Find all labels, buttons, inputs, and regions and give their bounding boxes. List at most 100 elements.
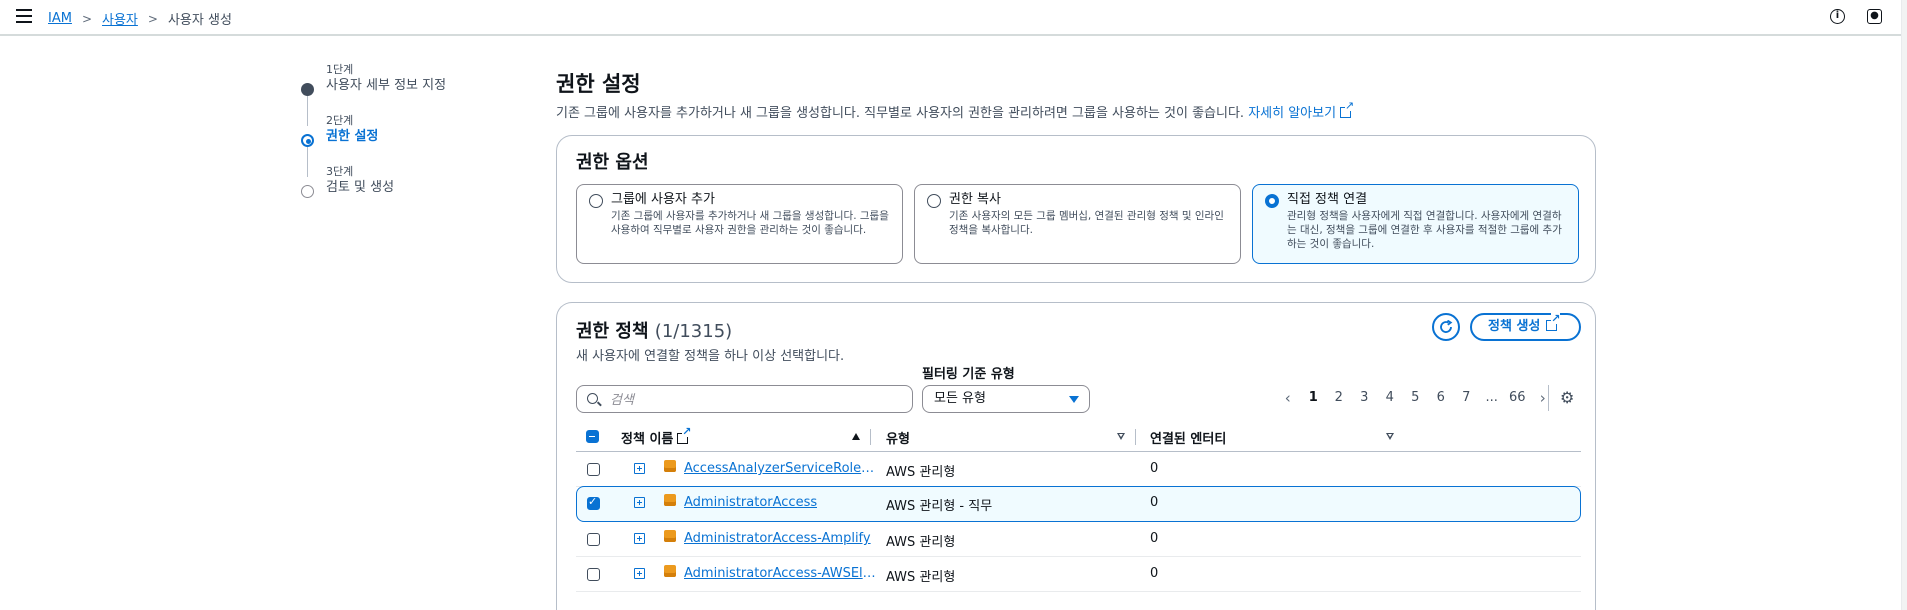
column-divider[interactable] (870, 429, 871, 445)
radio-button[interactable] (927, 194, 941, 208)
page-2[interactable]: 2 (1326, 387, 1352, 409)
pagination: ‹ 1 2 3 4 5 6 7 ... 66 › (1275, 387, 1556, 409)
sort-icon[interactable] (1117, 433, 1126, 441)
column-header-type[interactable]: 유형 (886, 428, 910, 447)
step-complete-icon (301, 83, 314, 96)
expand-icon[interactable] (634, 463, 645, 474)
next-page-icon[interactable]: › (1530, 387, 1556, 409)
page-4[interactable]: 4 (1377, 387, 1403, 409)
sort-ascending-icon[interactable] (852, 433, 860, 440)
policies-description: 새 사용자에 연결할 정책을 하나 이상 선택합니다. (576, 349, 845, 364)
refresh-button[interactable] (1432, 313, 1460, 341)
external-link-icon (1340, 100, 1355, 118)
attached-entities-cell: 0 (1150, 495, 1159, 510)
page-66[interactable]: 66 (1505, 387, 1531, 409)
page-5[interactable]: 5 (1403, 387, 1429, 409)
expand-icon[interactable] (634, 497, 645, 508)
external-link-icon (677, 426, 692, 444)
policy-link[interactable]: AccessAnalyzerServiceRolePolicy (684, 461, 876, 476)
step-label: 권한 설정 (326, 129, 379, 144)
page-title: 권한 설정 (556, 72, 641, 96)
description-text: 기존 그룹에 사용자를 추가하거나 새 그룹을 생성합니다. 직무별로 사용자의… (556, 106, 1245, 121)
divider (1548, 385, 1549, 411)
page-6[interactable]: 6 (1428, 387, 1454, 409)
expand-icon[interactable] (634, 533, 645, 544)
page-description: 기존 그룹에 사용자를 추가하거나 새 그룹을 생성합니다. 직무별로 사용자의… (556, 100, 1596, 121)
column-name-label: 정책 이름 (621, 432, 674, 447)
expand-icon[interactable] (634, 568, 645, 579)
learn-more-label: 자세히 알아보기 (1248, 106, 1337, 121)
policies-title: 권한 정책 (1/1315) (576, 317, 732, 343)
table-row-selected[interactable]: AdministratorAccess AWS 관리형 - 직무 0 (576, 486, 1581, 522)
column-header-entities[interactable]: 연결된 엔터티 (1150, 428, 1226, 447)
caret-down-icon (1069, 396, 1079, 403)
chevron-right-icon: > (81, 11, 93, 26)
step-1[interactable]: 1단계 사용자 세부 정보 지정 (300, 63, 500, 114)
column-header-name[interactable]: 정책 이름 (621, 426, 692, 447)
scrollbar[interactable] (1901, 0, 1907, 610)
option-description: 기존 그룹에 사용자를 추가하거나 새 그룹을 생성합니다. 그룹을 사용하여 … (611, 210, 889, 236)
option-attach-policies[interactable]: 직접 정책 연결 관리형 정책을 사용자에게 직접 연결합니다. 사용자에게 연… (1252, 184, 1579, 264)
option-description: 관리형 정책을 사용자에게 직접 연결합니다. 사용자에게 연결하는 대신, 정… (1287, 210, 1562, 250)
chevron-right-icon: > (147, 11, 158, 26)
option-description: 기존 사용자의 모든 그룹 멤버십, 연결된 관리형 정책 및 인라인 정책을 … (949, 210, 1224, 236)
filter-type-value: 모든 유형 (934, 391, 986, 406)
filter-type-select[interactable]: 모든 유형 (922, 385, 1090, 413)
permission-options-panel: 권한 옵션 그룹에 사용자 추가 기존 그룹에 사용자를 추가하거나 새 그룹을… (556, 135, 1596, 283)
step-number: 3단계 (326, 165, 354, 178)
policy-name-cell: AdministratorAccess-Amplify (684, 531, 871, 550)
step-label: 검토 및 생성 (326, 180, 395, 195)
radio-button[interactable] (589, 194, 603, 208)
main-content: 권한 설정 기존 그룹에 사용자를 추가하거나 새 그룹을 생성합니다. 직무별… (556, 70, 1596, 610)
step-number: 2단계 (326, 114, 354, 127)
info-icon[interactable]: i (1830, 9, 1845, 24)
table-row[interactable]: AccessAnalyzerServiceRolePolicy AWS 관리형 … (576, 452, 1581, 487)
page-1[interactable]: 1 (1301, 387, 1327, 409)
learn-more-link[interactable]: 자세히 알아보기 (1248, 100, 1355, 121)
row-checkbox-checked[interactable] (587, 495, 600, 510)
row-checkbox[interactable] (587, 463, 600, 476)
option-copy-permissions[interactable]: 권한 복사 기존 사용자의 모든 그룹 멤버십, 연결된 관리형 정책 및 인라… (914, 184, 1241, 264)
search-input[interactable] (610, 390, 900, 410)
search-icon (587, 393, 598, 404)
sort-icon[interactable] (1386, 433, 1395, 441)
table-row[interactable]: AdministratorAccess-AWSElasticBeanstalk … (576, 557, 1581, 592)
table-row[interactable]: AdministratorAccess-Amplify AWS 관리형 0 (576, 522, 1581, 557)
create-policy-button[interactable]: 정책 생성 (1470, 313, 1581, 341)
policy-type-cell: AWS 관리형 - 직무 (886, 499, 993, 514)
page-3[interactable]: 3 (1352, 387, 1378, 409)
step-2[interactable]: 2단계 권한 설정 (300, 114, 500, 165)
page-7[interactable]: 7 (1454, 387, 1480, 409)
step-pending-icon (301, 185, 314, 198)
permission-policies-panel: 권한 정책 (1/1315) 새 사용자에 연결할 정책을 하나 이상 선택합니… (556, 302, 1596, 610)
settings-hex-icon[interactable]: ● (1867, 9, 1882, 24)
breadcrumb: IAM > 사용자 > 사용자 생성 (48, 9, 232, 28)
row-checkbox[interactable] (587, 533, 600, 546)
step-label: 사용자 세부 정보 지정 (326, 78, 447, 93)
options-title: 권한 옵션 (576, 152, 649, 173)
aws-managed-icon (664, 565, 676, 577)
menu-icon[interactable] (16, 9, 32, 23)
search-box (576, 385, 913, 413)
step-3: 3단계 검토 및 생성 (300, 165, 500, 216)
column-divider[interactable] (1135, 429, 1136, 445)
breadcrumb-users[interactable]: 사용자 (102, 9, 138, 28)
policies-count: (1/1315) (654, 321, 733, 342)
policy-link[interactable]: AdministratorAccess-AWSElasticBeanstalk (684, 566, 876, 581)
table-header: 정책 이름 유형 연결된 엔터티 (576, 421, 1581, 452)
option-add-to-group[interactable]: 그룹에 사용자 추가 기존 그룹에 사용자를 추가하거나 새 그룹을 생성합니다… (576, 184, 903, 264)
filter-type-label: 필터링 기준 유형 (922, 367, 1015, 382)
radio-button-selected[interactable] (1265, 194, 1279, 208)
previous-page-icon[interactable]: ‹ (1275, 387, 1301, 409)
option-title: 그룹에 사용자 추가 (611, 192, 715, 207)
gear-icon[interactable]: ⚙ (1560, 390, 1576, 406)
policy-type-cell: AWS 관리형 (886, 465, 956, 480)
breadcrumb-iam[interactable]: IAM (48, 11, 72, 26)
policy-link[interactable]: AdministratorAccess-Amplify (684, 531, 871, 546)
row-checkbox[interactable] (587, 568, 600, 581)
top-navigation: IAM > 사용자 > 사용자 생성 i ● (0, 0, 1907, 36)
aws-managed-icon (664, 494, 676, 506)
policy-link[interactable]: AdministratorAccess (684, 495, 817, 510)
policy-type-cell: AWS 관리형 (886, 535, 956, 550)
select-all-checkbox[interactable] (586, 430, 599, 443)
